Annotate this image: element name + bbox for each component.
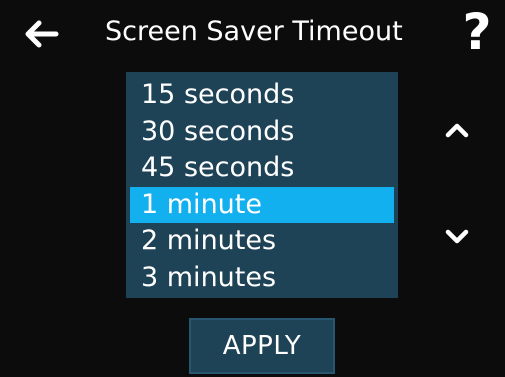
arrow-left-icon xyxy=(25,20,59,48)
list-item-1-minute[interactable]: 1 minute xyxy=(130,186,394,223)
scroll-down-button[interactable] xyxy=(440,222,474,252)
page-title: Screen Saver Timeout xyxy=(105,16,403,47)
list-item-2-minutes[interactable]: 2 minutes xyxy=(130,223,394,260)
chevron-up-icon xyxy=(445,123,469,138)
list-item-3-minutes[interactable]: 3 minutes xyxy=(130,260,394,297)
back-button[interactable] xyxy=(22,14,62,54)
list-item-15-seconds[interactable]: 15 seconds xyxy=(130,77,394,114)
screen-saver-timeout-screen: Screen Saver Timeout ? 15 seconds 30 sec… xyxy=(0,0,505,377)
list-item-45-seconds[interactable]: 45 seconds xyxy=(130,150,394,187)
timeout-options-list: 15 seconds 30 seconds 45 seconds 1 minut… xyxy=(126,72,398,298)
scroll-up-button[interactable] xyxy=(440,115,474,145)
chevron-down-icon xyxy=(445,229,469,244)
help-button[interactable]: ? xyxy=(454,4,500,60)
list-item-30-seconds[interactable]: 30 seconds xyxy=(130,114,394,151)
apply-button[interactable]: APPLY xyxy=(189,318,335,374)
